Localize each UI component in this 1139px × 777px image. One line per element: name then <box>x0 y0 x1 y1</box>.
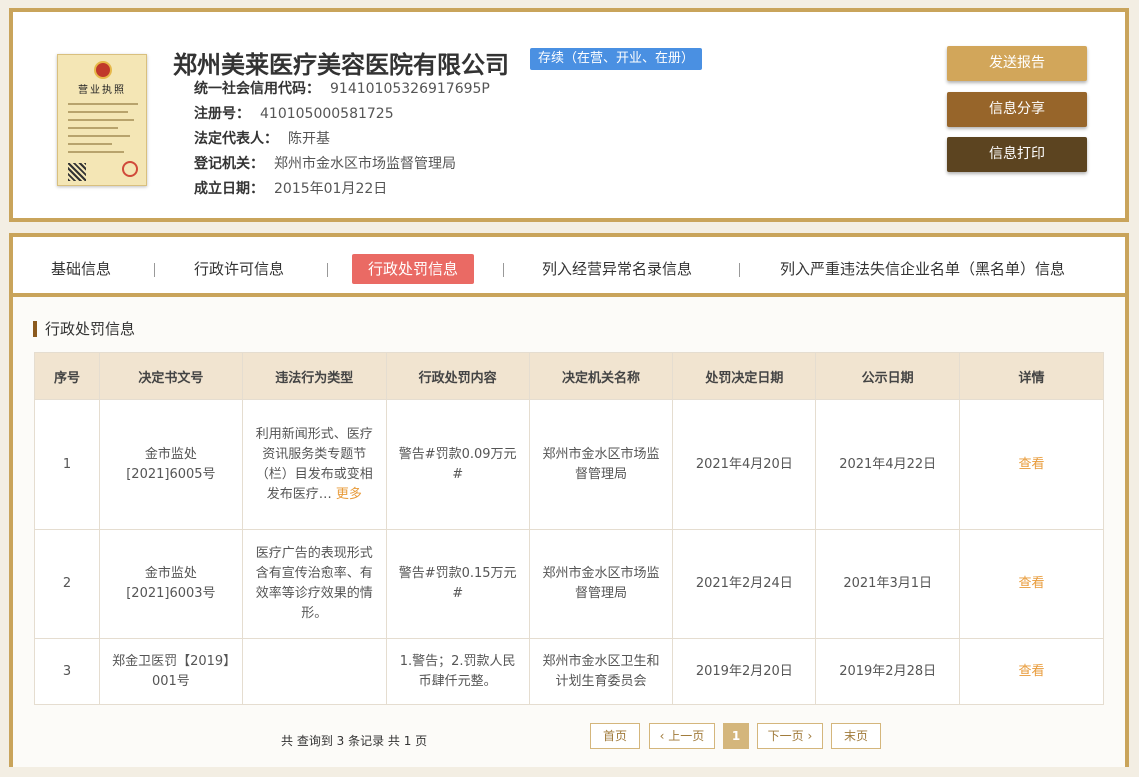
more-link[interactable]: 更多 <box>336 487 362 502</box>
share-info-button[interactable]: 信息分享 <box>947 92 1087 127</box>
tab-basic-info[interactable]: 基础信息 <box>51 254 111 284</box>
cell-index: 2 <box>34 529 100 639</box>
info-label: 统一社会信用代码： <box>194 81 320 97</box>
print-info-button[interactable]: 信息打印 <box>947 137 1087 172</box>
info-row-registration-no: 注册号： 410105000581725 <box>194 104 394 124</box>
next-page-label: 下一页 <box>767 729 804 743</box>
cell-index: 3 <box>34 638 100 705</box>
info-label: 登记机关： <box>194 156 264 172</box>
info-panel: 基础信息 行政许可信息 行政处罚信息 列入经营异常名录信息 列入严重违法失信企业… <box>9 233 1129 767</box>
company-card: 营业执照 郑州美莱医疗美容医院有限公司 存续（在营、开业、在册） 统一社会信用代… <box>9 8 1129 222</box>
national-emblem-icon <box>94 61 112 79</box>
cell-penalty: 警告#罚款0.09万元# <box>385 399 530 530</box>
cell-authority: 郑州市金水区市场监督管理局 <box>528 529 674 639</box>
info-label: 法定代表人： <box>194 131 278 147</box>
cell-publish-date: 2019年2月28日 <box>815 638 961 705</box>
cell-violation: 利用新闻形式、医疗资讯服务类专题节（栏）目发布或变相发布医疗… 更多 <box>241 399 387 530</box>
cell-doc-no: 金市监处[2021]6003号 <box>98 529 243 639</box>
cell-publish-date: 2021年4月22日 <box>815 399 961 530</box>
info-value: 91410105326917695P <box>330 81 490 97</box>
license-text-line <box>68 127 118 129</box>
tab-abnormal-list[interactable]: 列入经营异常名录信息 <box>542 254 692 284</box>
current-page-button[interactable]: 1 <box>723 723 749 749</box>
tab-separator <box>739 263 740 277</box>
col-header-decision-date: 处罚决定日期 <box>672 352 817 400</box>
tab-admin-license[interactable]: 行政许可信息 <box>194 254 284 284</box>
tab-separator <box>503 263 504 277</box>
info-label: 成立日期： <box>194 181 264 197</box>
col-header-index: 序号 <box>34 352 100 400</box>
license-text-line <box>68 103 138 105</box>
chevron-left-icon: ‹ <box>659 729 669 743</box>
table-header-row: 序号 决定书文号 违法行为类型 行政处罚内容 决定机关名称 处罚决定日期 公示日… <box>34 352 1104 400</box>
license-text-line <box>68 143 112 145</box>
tab-bar: 基础信息 行政许可信息 行政处罚信息 列入经营异常名录信息 列入严重违法失信企业… <box>13 237 1125 297</box>
cell-publish-date: 2021年3月1日 <box>815 529 961 639</box>
info-value: 陈开基 <box>288 131 330 147</box>
cell-penalty: 警告#罚款0.15万元# <box>385 529 530 639</box>
col-header-authority: 决定机关名称 <box>528 352 674 400</box>
section-title: 行政处罚信息 <box>33 321 135 337</box>
qr-code-icon <box>68 163 86 181</box>
cell-detail: 查看 <box>959 638 1104 705</box>
cell-detail: 查看 <box>959 399 1104 530</box>
prev-page-label: 上一页 <box>668 729 705 743</box>
info-value: 郑州市金水区市场监督管理局 <box>274 156 456 172</box>
status-badge: 存续（在营、开业、在册） <box>530 48 703 70</box>
info-row-established: 成立日期： 2015年01月22日 <box>194 179 387 199</box>
info-value: 2015年01月22日 <box>274 181 388 197</box>
tab-blacklist[interactable]: 列入严重违法失信企业名单（黑名单）信息 <box>780 254 1065 284</box>
cell-index: 1 <box>34 399 100 530</box>
col-header-publish-date: 公示日期 <box>815 352 961 400</box>
view-detail-link[interactable]: 查看 <box>1019 457 1045 472</box>
license-title: 营业执照 <box>78 85 126 96</box>
first-page-button[interactable]: 首页 <box>590 723 640 749</box>
cell-penalty: 1.警告；2.罚款人民币肆仟元整。 <box>385 638 530 705</box>
cell-violation <box>241 638 387 705</box>
col-header-detail: 详情 <box>959 352 1104 400</box>
official-seal-icon <box>122 161 138 177</box>
col-header-penalty: 行政处罚内容 <box>385 352 530 400</box>
view-detail-link[interactable]: 查看 <box>1019 664 1045 679</box>
last-page-button[interactable]: 末页 <box>831 723 881 749</box>
chevron-right-icon: › <box>803 729 813 743</box>
cell-decision-date: 2021年2月24日 <box>672 529 817 639</box>
next-page-button[interactable]: 下一页 › <box>757 723 823 749</box>
license-text-line <box>68 135 130 137</box>
cell-doc-no: 郑金卫医罚【2019】001号 <box>98 638 243 705</box>
info-value: 410105000581725 <box>260 106 394 122</box>
view-detail-link[interactable]: 查看 <box>1019 576 1045 591</box>
license-text-line <box>68 111 128 113</box>
penalty-section: 行政处罚信息 序号 决定书文号 违法行为类型 行政处罚内容 决定机关名称 处罚决… <box>13 297 1125 767</box>
cell-decision-date: 2019年2月20日 <box>672 638 817 705</box>
company-name: 郑州美莱医疗美容医院有限公司 <box>173 51 509 79</box>
send-report-button[interactable]: 发送报告 <box>947 46 1087 81</box>
cell-violation: 医疗广告的表现形式含有宣传治愈率、有效率等诊疗效果的情形。 <box>241 529 387 639</box>
info-label: 注册号： <box>194 106 250 122</box>
cell-authority: 郑州市金水区卫生和计划生育委员会 <box>528 638 674 705</box>
license-text-line <box>68 151 124 153</box>
license-text-line <box>68 119 134 121</box>
pagination-summary: 共 查询到 3 条记录 共 1 页 <box>281 734 428 748</box>
cell-doc-no: 金市监处[2021]6005号 <box>98 399 243 530</box>
table-row: 3 郑金卫医罚【2019】001号 1.警告；2.罚款人民币肆仟元整。 郑州市金… <box>34 638 1104 705</box>
table-row: 2 金市监处[2021]6003号 医疗广告的表现形式含有宣传治愈率、有效率等诊… <box>34 529 1104 639</box>
tab-admin-penalty[interactable]: 行政处罚信息 <box>352 254 475 284</box>
tab-separator <box>154 263 155 277</box>
cell-detail: 查看 <box>959 529 1104 639</box>
tab-separator <box>327 263 328 277</box>
table-row: 1 金市监处[2021]6005号 利用新闻形式、医疗资讯服务类专题节（栏）目发… <box>34 399 1104 530</box>
col-header-violation: 违法行为类型 <box>241 352 387 400</box>
business-license-image: 营业执照 <box>57 54 147 186</box>
penalty-table: 序号 决定书文号 违法行为类型 行政处罚内容 决定机关名称 处罚决定日期 公示日… <box>34 352 1104 705</box>
cell-authority: 郑州市金水区市场监督管理局 <box>528 399 674 530</box>
col-header-doc-no: 决定书文号 <box>98 352 243 400</box>
cell-decision-date: 2021年4月20日 <box>672 399 817 530</box>
prev-page-button[interactable]: ‹ 上一页 <box>649 723 715 749</box>
info-row-legal-rep: 法定代表人： 陈开基 <box>194 129 330 149</box>
info-row-credit-code: 统一社会信用代码： 91410105326917695P <box>194 79 490 99</box>
info-row-authority: 登记机关： 郑州市金水区市场监督管理局 <box>194 154 456 174</box>
